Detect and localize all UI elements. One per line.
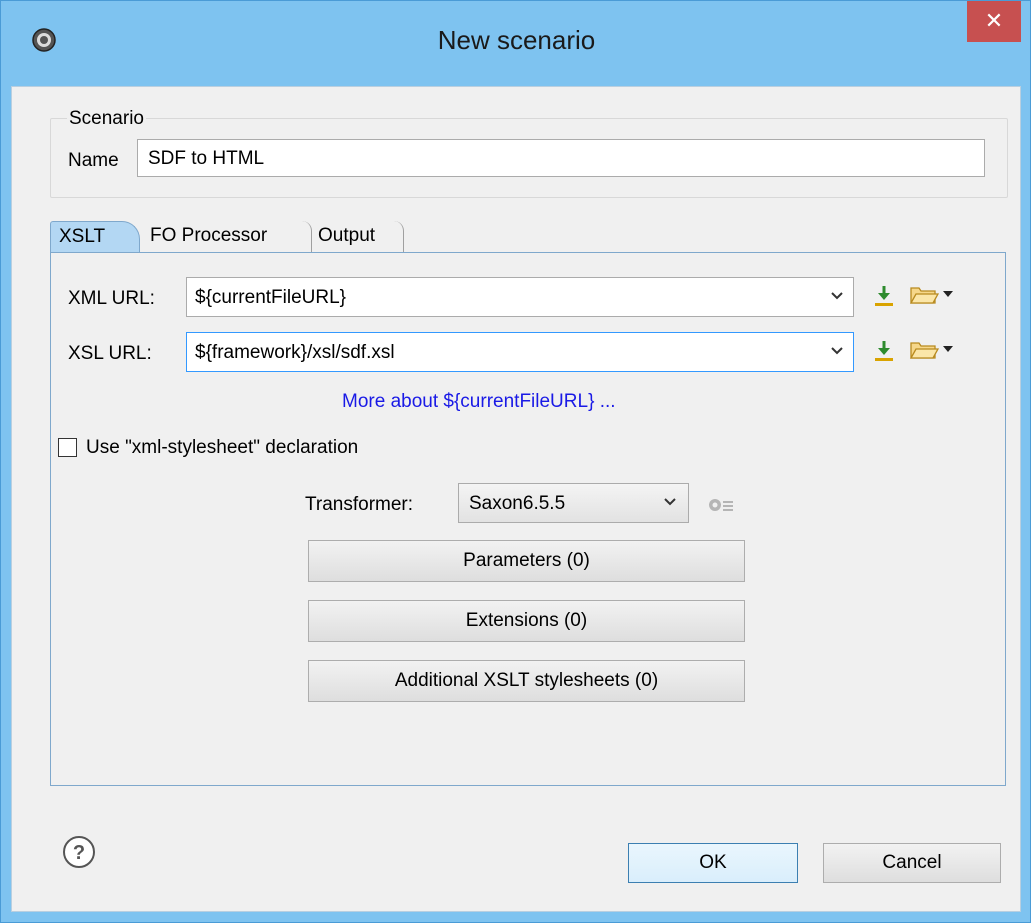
transformer-value: Saxon6.5.5 [469, 493, 566, 514]
name-label: Name [68, 150, 119, 171]
use-xml-stylesheet-label[interactable]: Use "xml-stylesheet" declaration [86, 437, 358, 459]
xml-url-combo[interactable]: ${currentFileURL} [186, 277, 854, 317]
cancel-button[interactable]: Cancel [823, 843, 1001, 883]
svg-text:?: ? [73, 842, 85, 864]
transformer-label: Transformer: [305, 494, 414, 515]
chevron-down-icon[interactable] [829, 340, 845, 360]
tab-fo-processor[interactable]: FO Processor [140, 221, 312, 252]
chevron-down-icon[interactable] [829, 285, 845, 305]
use-xml-stylesheet-checkbox[interactable] [58, 438, 77, 457]
chevron-down-icon[interactable] [662, 491, 678, 511]
xml-url-label: XML URL: [68, 288, 155, 309]
extensions-button[interactable]: Extensions (0) [308, 600, 745, 642]
insert-editor-variable-icon[interactable] [872, 339, 896, 363]
transformer-select[interactable]: Saxon6.5.5 [458, 483, 689, 523]
parameters-button[interactable]: Parameters (0) [308, 540, 745, 582]
dialog-window: New scenario ✕ Scenario Name SDF to HTML… [0, 0, 1031, 923]
scenario-legend: Scenario [67, 108, 146, 130]
insert-editor-variable-icon[interactable] [872, 284, 896, 308]
xsl-url-combo[interactable]: ${framework}/xsl/sdf.xsl [186, 332, 854, 372]
tab-output[interactable]: Output [312, 221, 404, 252]
ok-button[interactable]: OK [628, 843, 798, 883]
caret-down-icon[interactable] [941, 342, 955, 356]
advanced-options-icon[interactable] [707, 496, 735, 514]
title-bar[interactable]: New scenario ✕ [1, 1, 1031, 86]
xsl-url-label: XSL URL: [68, 343, 152, 364]
dialog-body: Scenario Name SDF to HTML XSLT FO Proces… [11, 86, 1021, 912]
browse-folder-icon[interactable] [909, 283, 939, 307]
xsl-url-value: ${framework}/xsl/sdf.xsl [195, 342, 395, 363]
close-button[interactable]: ✕ [967, 1, 1021, 42]
name-input[interactable]: SDF to HTML [137, 139, 985, 177]
tab-xslt[interactable]: XSLT [50, 221, 140, 252]
help-icon[interactable]: ? [62, 835, 96, 869]
more-about-link[interactable]: More about ${currentFileURL} ... [342, 391, 616, 413]
caret-down-icon[interactable] [941, 287, 955, 301]
browse-folder-icon[interactable] [909, 338, 939, 362]
window-title: New scenario [437, 25, 596, 55]
xml-url-value: ${currentFileURL} [195, 287, 347, 308]
additional-xslt-button[interactable]: Additional XSLT stylesheets (0) [308, 660, 745, 702]
